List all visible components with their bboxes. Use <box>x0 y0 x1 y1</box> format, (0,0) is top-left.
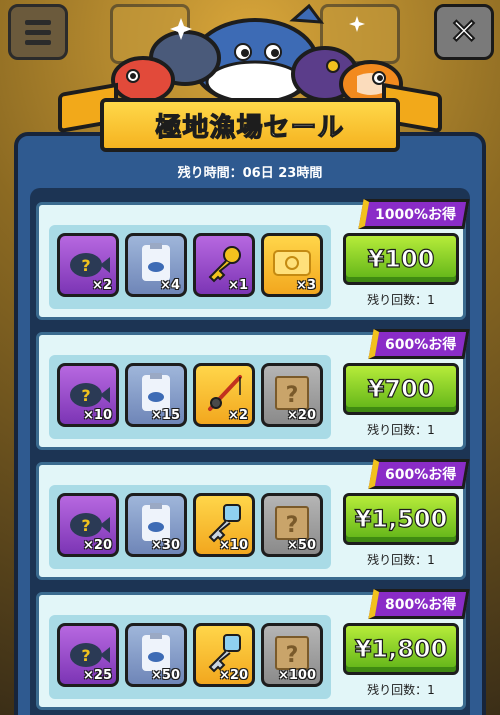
mystery-box-icon[interactable]: ? ×20 <box>261 363 323 427</box>
remaining-count: 残り回数：1 <box>367 293 435 307</box>
mystery-fish-icon[interactable]: ? ×10 <box>57 363 119 427</box>
offer-card: 800%お得 ? ×25 ×50 ×20 ? ×100 ¥1,800 残り回数：… <box>36 589 470 710</box>
discount-badge: 600%お得 <box>368 329 470 359</box>
remaining-time: 残り時間：06日 23時間 <box>177 166 323 181</box>
item-quantity: ×3 <box>296 278 316 293</box>
buy-button[interactable]: ¥1,800 <box>343 623 459 675</box>
close-icon: ✕ <box>449 12 479 52</box>
mystery-fish-icon[interactable]: ? ×20 <box>57 493 119 557</box>
silver-key-icon[interactable]: ×20 <box>193 623 255 687</box>
item-quantity: ×10 <box>83 408 112 423</box>
close-button[interactable]: ✕ <box>434 4 494 60</box>
gold-ticket-icon[interactable]: ×3 <box>261 233 323 297</box>
buy-button[interactable]: ¥1,500 <box>343 493 459 545</box>
item-quantity: ×20 <box>287 408 316 423</box>
list-icon <box>25 19 51 45</box>
sea-creatures-illustration <box>111 3 403 108</box>
silver-key-icon[interactable]: ×10 <box>193 493 255 557</box>
offer-items: ? ×2 ×4 ×1 ×3 <box>49 225 331 309</box>
svg-text:?: ? <box>81 646 90 665</box>
fish-bag-icon[interactable]: ×15 <box>125 363 187 427</box>
offer-items: ? ×20 ×30 ×10 ? ×50 <box>49 485 331 569</box>
discount-badge: 1000%お得 <box>358 199 470 229</box>
svg-text:?: ? <box>286 643 299 668</box>
price-label: ¥700 <box>367 374 435 403</box>
menu-button[interactable] <box>8 4 68 60</box>
item-quantity: ×20 <box>83 538 112 553</box>
discount-badge: 800%お得 <box>368 589 470 619</box>
price-label: ¥1,800 <box>354 634 448 663</box>
svg-text:?: ? <box>81 256 90 275</box>
item-quantity: ×4 <box>160 278 180 293</box>
fishing-rod-icon[interactable]: ×2 <box>193 363 255 427</box>
svg-text:?: ? <box>81 516 90 535</box>
gold-key-icon[interactable]: ×1 <box>193 233 255 297</box>
mystery-box-icon[interactable]: ? ×100 <box>261 623 323 687</box>
item-quantity: ×30 <box>151 538 180 553</box>
fish-bag-icon[interactable]: ×50 <box>125 623 187 687</box>
item-quantity: ×100 <box>277 668 316 683</box>
remaining-count: 残り回数：1 <box>367 423 435 437</box>
discount-badge: 600%お得 <box>368 459 470 489</box>
fish-bag-icon[interactable]: ×4 <box>125 233 187 297</box>
offer-card: 600%お得 ? ×20 ×30 ×10 ? ×50 ¥1,500 残り回数：1 <box>36 459 470 580</box>
price-label: ¥100 <box>367 244 435 273</box>
item-quantity: ×2 <box>92 278 112 293</box>
offer-card: 600%お得 ? ×10 ×15 ×2 ? ×20 ¥700 残り回数：1 <box>36 329 470 450</box>
offer-card: 1000%お得 ? ×2 ×4 ×1 ×3 ¥100 残り回数：1 <box>36 199 470 320</box>
page-title: 極地漁場セール <box>155 112 345 143</box>
mystery-box-icon[interactable]: ? ×50 <box>261 493 323 557</box>
fish-bag-icon[interactable]: ×30 <box>125 493 187 557</box>
svg-text:?: ? <box>81 386 90 405</box>
title-banner: 極地漁場セール <box>100 98 400 152</box>
svg-text:?: ? <box>286 513 299 538</box>
offer-items: ? ×25 ×50 ×20 ? ×100 <box>49 615 331 699</box>
item-quantity: ×2 <box>228 408 248 423</box>
remaining-count: 残り回数：1 <box>367 553 435 567</box>
item-quantity: ×15 <box>151 408 180 423</box>
item-quantity: ×25 <box>83 668 112 683</box>
remaining-count: 残り回数：1 <box>367 683 435 697</box>
mystery-fish-icon[interactable]: ? ×2 <box>57 233 119 297</box>
item-quantity: ×50 <box>151 668 180 683</box>
svg-text:?: ? <box>286 383 299 408</box>
price-label: ¥1,500 <box>354 504 448 533</box>
offer-items: ? ×10 ×15 ×2 ? ×20 <box>49 355 331 439</box>
buy-button[interactable]: ¥100 <box>343 233 459 285</box>
item-quantity: ×20 <box>219 668 248 683</box>
item-quantity: ×50 <box>287 538 316 553</box>
buy-button[interactable]: ¥700 <box>343 363 459 415</box>
mystery-fish-icon[interactable]: ? ×25 <box>57 623 119 687</box>
item-quantity: ×1 <box>228 278 248 293</box>
item-quantity: ×10 <box>219 538 248 553</box>
